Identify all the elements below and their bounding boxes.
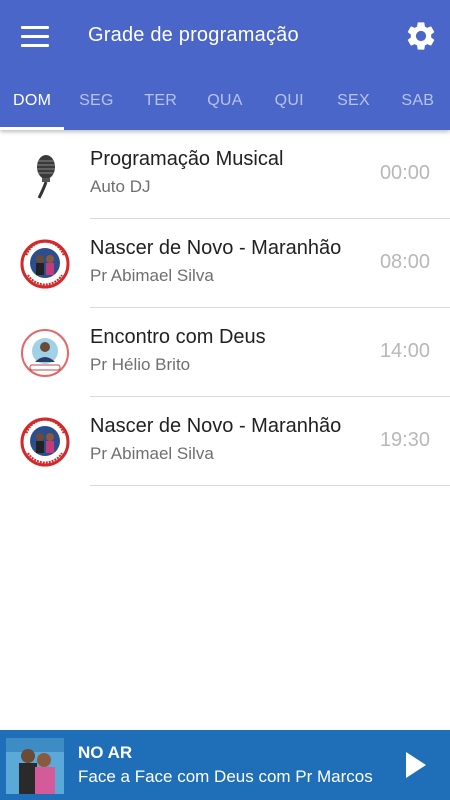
tab-dom[interactable]: DOM [0,72,65,130]
on-air-label: NO AR [78,743,133,762]
play-icon[interactable] [404,750,428,780]
tab-qua[interactable]: QUA [193,72,257,130]
program-logo-nascer-de-novo [20,239,70,289]
program-time: 19:30 [379,429,430,451]
microphone-icon [20,150,70,200]
program-host: Auto DJ [90,177,151,196]
divider [90,485,450,486]
program-logo-nascer-de-novo [20,417,70,467]
program-time: 14:00 [379,340,430,362]
app-bar: Grade de programação DOM SEG TER QUA QUI… [0,0,450,130]
list-item[interactable]: Nascer de Novo - Maranhão Pr Abimael Sil… [0,397,450,486]
program-time: 08:00 [379,251,430,273]
tab-ter[interactable]: TER [129,72,193,130]
day-tabs: DOM SEG TER QUA QUI SEX SAB [0,72,450,130]
program-name: Programação Musical [90,148,284,170]
toolbar: Grade de programação [0,0,450,72]
tab-sab[interactable]: SAB [386,72,450,130]
program-name: Encontro com Deus [90,326,266,348]
now-playing-artwork [6,738,64,794]
list-item[interactable]: Programação Musical Auto DJ 00:00 [0,130,450,219]
program-name: Nascer de Novo - Maranhão [90,237,342,259]
tab-seg[interactable]: SEG [64,72,128,130]
page-title: Grade de programação [88,24,299,46]
list-item[interactable]: Encontro com Deus Pr Hélio Brito 14:00 [0,308,450,397]
now-playing-bar[interactable]: NO AR Face a Face com Deus com Pr Marcos [0,730,450,800]
program-host: Pr Abimael Silva [90,444,214,463]
hamburger-menu-icon[interactable] [14,20,56,52]
schedule-list: Programação Musical Auto DJ 00:00 Nascer… [0,130,450,486]
program-time: 00:00 [379,162,430,184]
tab-qui[interactable]: QUI [257,72,321,130]
program-logo-encontro-com-deus [20,328,70,378]
program-host: Pr Abimael Silva [90,266,214,285]
tab-sex[interactable]: SEX [321,72,385,130]
now-playing-title: Face a Face com Deus com Pr Marcos [78,767,373,786]
program-name: Nascer de Novo - Maranhão [90,415,342,437]
list-item[interactable]: Nascer de Novo - Maranhão Pr Abimael Sil… [0,219,450,308]
gear-icon[interactable] [404,19,438,53]
program-host: Pr Hélio Brito [90,355,191,374]
